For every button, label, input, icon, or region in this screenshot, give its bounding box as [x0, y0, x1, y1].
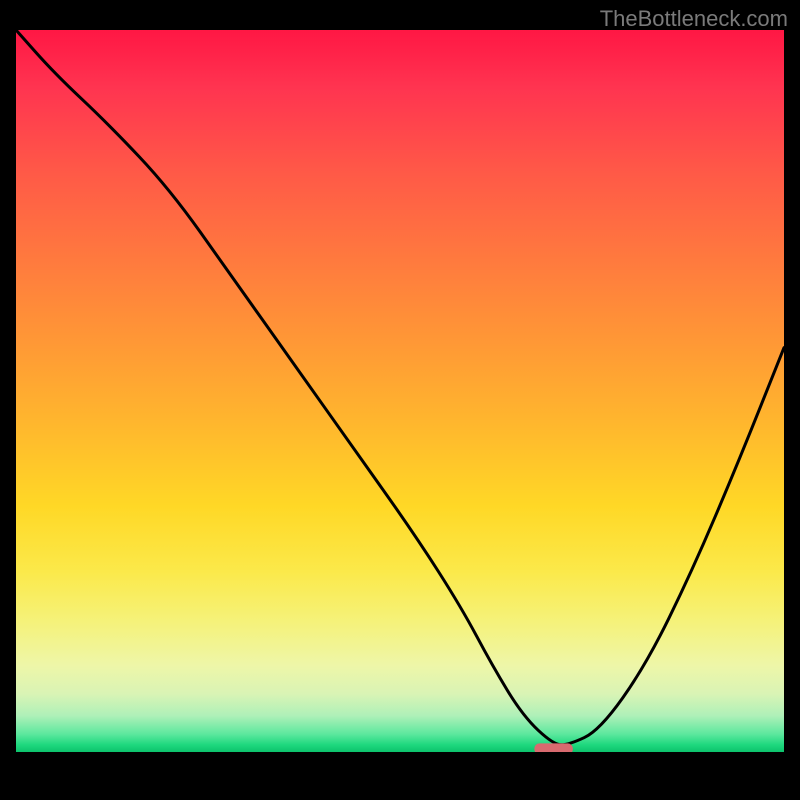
watermark-text: TheBottleneck.com: [600, 6, 788, 32]
plot-area: [16, 30, 784, 784]
gradient-background: [16, 30, 784, 752]
chart-frame: [16, 30, 784, 784]
x-axis-baseline: [16, 752, 784, 754]
